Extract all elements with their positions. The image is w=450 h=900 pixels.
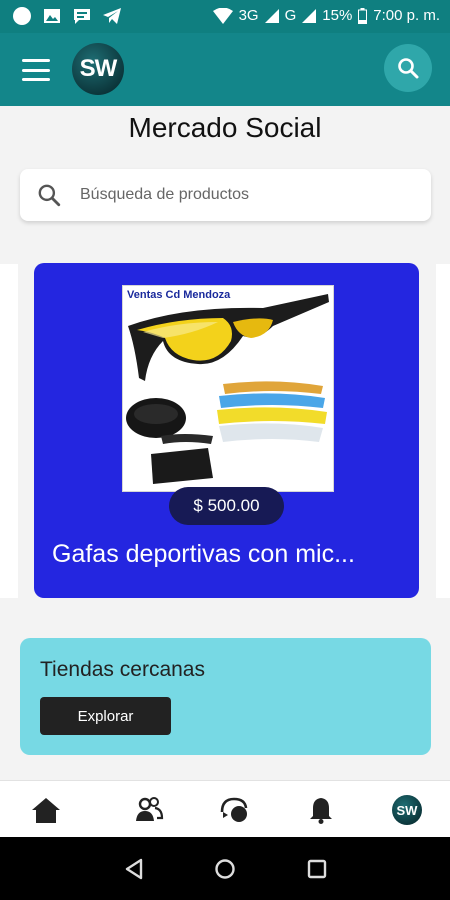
- page-title: Mercado Social: [128, 112, 322, 143]
- nav-notifications[interactable]: [304, 793, 338, 827]
- battery-percent: 15%: [322, 7, 353, 24]
- recents-square-icon: [307, 859, 327, 879]
- system-home-button[interactable]: [213, 857, 237, 881]
- nav-home[interactable]: [29, 793, 63, 827]
- hamburger-icon: [22, 59, 50, 62]
- explore-button[interactable]: Explorar: [40, 697, 171, 735]
- nav-chat[interactable]: [218, 793, 252, 827]
- search-icon: [398, 58, 419, 79]
- sms-notification-icon: [72, 6, 92, 26]
- product-name: Gafas deportivas con mic...: [52, 540, 355, 568]
- people-icon: [136, 797, 164, 821]
- search-button[interactable]: [384, 44, 432, 92]
- nav-people[interactable]: [132, 793, 166, 827]
- sunglasses-image: [126, 294, 329, 484]
- home-icon: [32, 798, 60, 823]
- nav-profile[interactable]: SW: [390, 793, 424, 827]
- wifi-icon: [212, 7, 233, 24]
- system-navigation-bar: [0, 837, 450, 900]
- network-type-label-2: G: [284, 7, 297, 24]
- bottom-navigation: SW: [0, 780, 450, 838]
- search-input[interactable]: [78, 185, 402, 205]
- system-recents-button[interactable]: [305, 857, 329, 881]
- clock: 7:00 p. m.: [373, 7, 440, 24]
- featured-product-card[interactable]: Ventas Cd Mendoza $ 500.00 Gafas deporti…: [34, 263, 419, 598]
- system-back-button[interactable]: [122, 857, 146, 881]
- profile-avatar: SW: [392, 795, 422, 825]
- signal-icon-2: [302, 8, 317, 23]
- price-badge: $ 500.00: [169, 487, 284, 525]
- carousel-prev-card[interactable]: [0, 264, 18, 598]
- chat-icon: [220, 797, 248, 822]
- menu-button[interactable]: [20, 55, 52, 85]
- app-bar: SW: [0, 33, 450, 106]
- battery-icon: [358, 7, 368, 24]
- telegram-notification-icon: [102, 6, 122, 26]
- status-bar: 3G G 15% 7:00 p. m.: [0, 0, 450, 33]
- signal-icon: [264, 8, 279, 23]
- image-notification-icon: [42, 6, 62, 26]
- network-type-label: 3G: [238, 7, 259, 24]
- app-logo[interactable]: SW: [72, 43, 124, 95]
- home-circle-icon: [215, 859, 235, 879]
- circle-notification-icon: [12, 6, 32, 26]
- bell-icon: [310, 798, 332, 824]
- back-triangle-icon: [125, 858, 143, 880]
- search-icon: [38, 184, 61, 207]
- product-image: Ventas Cd Mendoza: [122, 285, 334, 492]
- product-search-box[interactable]: [20, 169, 431, 221]
- nearby-stores-card: Tiendas cercanas Explorar: [20, 638, 431, 755]
- nearby-stores-title: Tiendas cercanas: [40, 658, 205, 681]
- carousel-next-card[interactable]: [436, 264, 450, 598]
